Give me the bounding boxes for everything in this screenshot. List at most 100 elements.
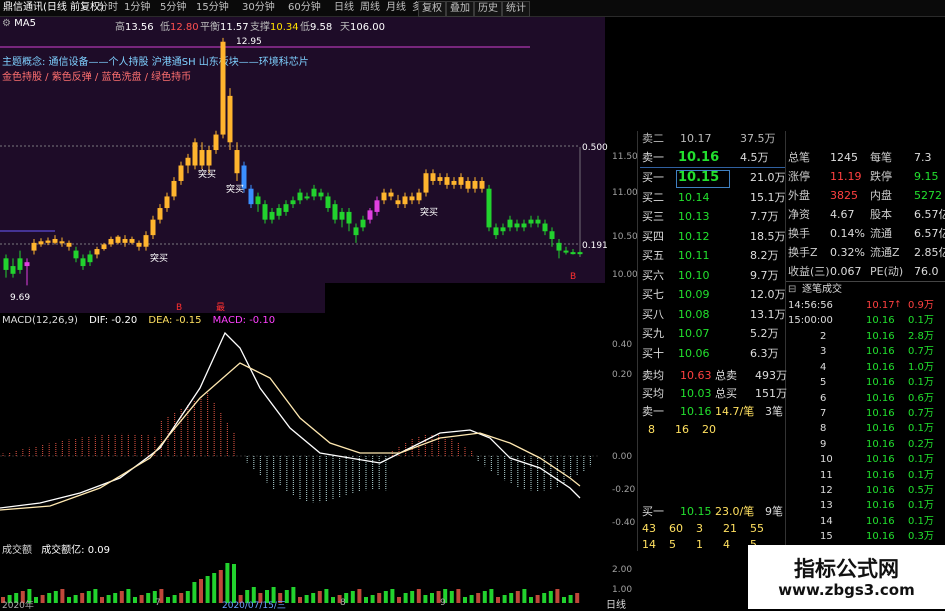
volume-bar bbox=[416, 589, 421, 603]
candle bbox=[556, 238, 562, 259]
date-label: 7 bbox=[155, 598, 161, 608]
volume-bar bbox=[317, 591, 322, 603]
tick-row: 10 10.16 0.1万 bbox=[786, 452, 945, 467]
tick-row: 7 10.16 0.7万 bbox=[786, 406, 945, 421]
stat-value: 5272 bbox=[914, 189, 942, 202]
stat-key: 换手 bbox=[788, 227, 810, 240]
tab-7[interactable]: 周线 bbox=[357, 1, 383, 15]
date-label: 9 bbox=[440, 598, 446, 608]
stat-key: 跌停 bbox=[870, 170, 892, 183]
stat-value: 0.067 bbox=[830, 265, 862, 278]
volume-bar bbox=[86, 591, 91, 603]
ob-price: 10.16 bbox=[680, 405, 712, 418]
ob-price: 10.09 bbox=[678, 288, 710, 301]
tick-title: ⊟ 逐笔成交 bbox=[786, 282, 945, 297]
stock-title: 鼎信通讯(日线 前复权) bbox=[3, 2, 104, 13]
volume-bar bbox=[529, 597, 533, 603]
toolbar-button-2[interactable]: 历史 bbox=[474, 1, 502, 17]
tick-price: 10.17 bbox=[866, 300, 895, 311]
candle bbox=[430, 169, 436, 185]
tick-time: 14:56:56 bbox=[788, 300, 833, 311]
buy-signal-label: 突买 bbox=[198, 168, 216, 180]
volume-bar bbox=[311, 593, 316, 603]
volume-chart[interactable] bbox=[0, 551, 610, 603]
date-label: 2020年 bbox=[2, 601, 34, 611]
volume-bar bbox=[304, 595, 309, 603]
stat-value: 0.14% bbox=[830, 227, 865, 240]
candle bbox=[122, 235, 128, 247]
macd-tick: 0.00 bbox=[612, 452, 633, 462]
tick-time: 15:00:00 bbox=[788, 315, 833, 326]
tab-3[interactable]: 15分钟 bbox=[193, 1, 232, 15]
tick-row: 4 10.16 1.0万 bbox=[786, 360, 945, 375]
stat-key: 总笔 bbox=[788, 151, 810, 164]
queue-order: 60 bbox=[669, 522, 683, 535]
tab-8[interactable]: 月线 bbox=[383, 1, 409, 15]
tick-price: 10.16 bbox=[866, 469, 895, 481]
macd-chart[interactable] bbox=[0, 328, 610, 538]
expand-icon[interactable]: ⊟ bbox=[788, 282, 796, 297]
candle bbox=[563, 246, 569, 255]
tab-2[interactable]: 5分钟 bbox=[157, 1, 189, 15]
toolbar-button-0[interactable]: 复权 bbox=[418, 1, 446, 17]
tab-0[interactable]: 分时 bbox=[95, 1, 121, 15]
ob-volume: 21.0万 bbox=[750, 171, 786, 184]
ob-volume: 5.2万 bbox=[750, 327, 779, 340]
tick-row: 15 10.16 0.3万 bbox=[786, 529, 945, 544]
ob-volume: 4.5万 bbox=[740, 151, 769, 164]
tab-1[interactable]: 1分钟 bbox=[121, 1, 153, 15]
volume-bar bbox=[403, 593, 408, 603]
volume-bar bbox=[423, 595, 428, 603]
tab-4[interactable]: 30分钟 bbox=[239, 1, 278, 15]
tick-row: 2 10.16 2.8万 bbox=[786, 329, 945, 344]
stat-key: 净资 bbox=[788, 208, 810, 221]
candle bbox=[199, 142, 205, 170]
queue-order: 16 bbox=[675, 423, 689, 436]
volume-bar bbox=[410, 591, 415, 603]
ob-label: 卖二 bbox=[642, 132, 664, 145]
ob-volume: 15.1万 bbox=[750, 190, 786, 204]
watermark-url: www.zbgs3.com bbox=[778, 581, 915, 599]
marker-b: B bbox=[176, 303, 182, 313]
volume-bar bbox=[482, 591, 487, 603]
volume-bar bbox=[449, 591, 454, 603]
candle bbox=[472, 177, 478, 193]
candle bbox=[150, 215, 156, 239]
ob-label: 买三 bbox=[642, 210, 664, 223]
ob-label: 买五 bbox=[642, 249, 664, 262]
watermark-logo: 指标公式网 www.zbgs3.com bbox=[748, 545, 945, 609]
candle bbox=[59, 237, 65, 247]
toolbar-button-1[interactable]: 叠加 bbox=[446, 1, 474, 17]
candle bbox=[157, 204, 163, 224]
candle bbox=[332, 200, 338, 224]
buy-signal-label: 突买 bbox=[420, 206, 438, 218]
candle bbox=[3, 254, 9, 278]
tab-5[interactable]: 60分钟 bbox=[285, 1, 324, 15]
ob-label: 买十 bbox=[642, 346, 664, 360]
volume-bar bbox=[199, 579, 203, 603]
tick-index: 8 bbox=[820, 423, 827, 435]
candle bbox=[507, 215, 513, 232]
buy-signal-label: 突买 bbox=[150, 252, 168, 264]
ob-price: 10.06 bbox=[678, 346, 710, 360]
tick-row: 9 10.16 0.2万 bbox=[786, 437, 945, 452]
macd-title: MACD(12,26,9) bbox=[2, 315, 78, 326]
tick-volume: 0.7万 bbox=[908, 408, 934, 419]
candle bbox=[416, 188, 422, 205]
tick-row: 6 10.16 0.6万 bbox=[786, 391, 945, 406]
volume-tick: 2.00 bbox=[612, 565, 633, 575]
stat-key: 收益(三) bbox=[788, 265, 830, 278]
volume-bar bbox=[377, 593, 382, 603]
ob-volume: 12.0万 bbox=[750, 288, 786, 301]
candle bbox=[227, 88, 233, 151]
tab-6[interactable]: 日线 bbox=[331, 1, 357, 15]
volume-bar bbox=[542, 593, 547, 603]
volume-bar bbox=[548, 591, 553, 603]
kline-chart[interactable]: 12.959.690.5000.191突买突买突买突买BB 最 bbox=[0, 17, 610, 317]
volume-tick: 1.00 bbox=[612, 585, 633, 595]
tick-row: 3 10.16 0.7万 bbox=[786, 344, 945, 359]
toolbar-button-3[interactable]: 统计 bbox=[502, 1, 530, 17]
stat-value: 6.57亿 bbox=[914, 208, 945, 221]
candle bbox=[24, 258, 30, 286]
stat-value: 7.3 bbox=[914, 151, 932, 164]
